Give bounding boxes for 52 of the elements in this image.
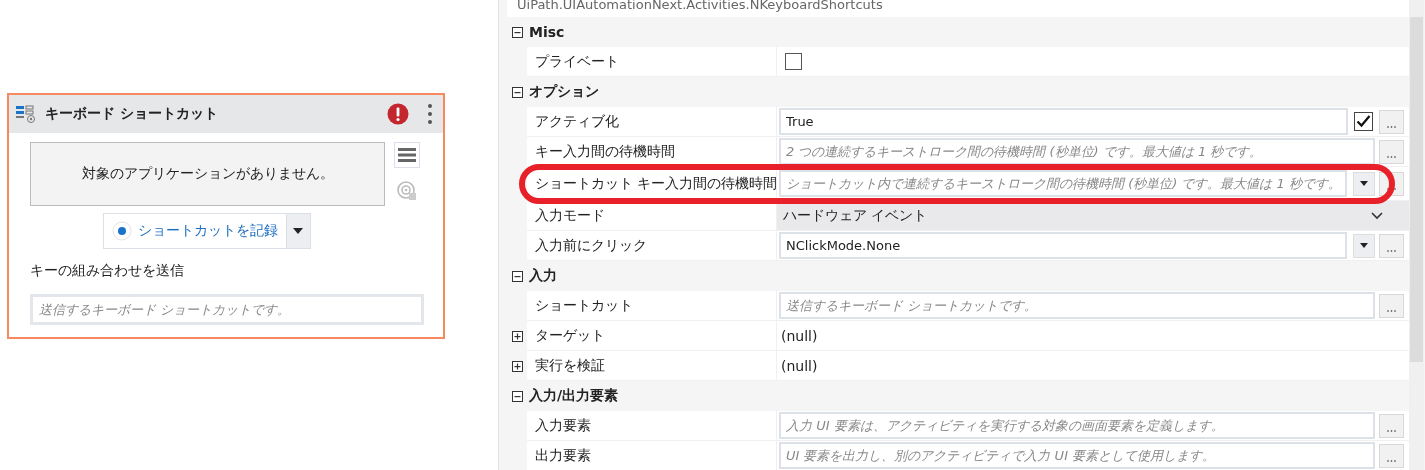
send-keys-label: キーの組み合わせを送信: [30, 262, 185, 280]
chevron-down-icon: [1371, 211, 1383, 220]
activity-icon: [15, 104, 37, 124]
expand-icon[interactable]: [511, 330, 523, 342]
activity-card[interactable]: キーボード ショートカット 対象のアプリケーションがありません。 ショートカットを記録 キーの組み合わせを送信 送信するキーボード ショートカットです。: [7, 93, 445, 339]
property-input-field[interactable]: UI 要素を出力し、別のアクティビティで入力 UI 要素として使用します。: [779, 442, 1375, 469]
record-dot-icon: [111, 221, 132, 241]
ellipsis-icon: [1387, 249, 1396, 252]
property-name: 入力前にクリック: [527, 231, 777, 261]
property-name: キー入力間の待機時間: [527, 137, 777, 167]
collapse-icon[interactable]: [511, 270, 523, 282]
collapse-icon[interactable]: [511, 26, 523, 38]
property-input-field[interactable]: ショートカット内で連続するキーストローク間の待機時間 (秒単位) です。最大値は 1 秒です。: [779, 170, 1347, 197]
collapse-icon[interactable]: [511, 390, 523, 402]
property-name: ショートカット キー入力間の待機時間: [527, 167, 777, 201]
dropdown-button[interactable]: [1353, 171, 1375, 196]
property-input-field[interactable]: 送信するキーボード ショートカットです。: [779, 292, 1375, 319]
category-label: オプション: [528, 82, 600, 101]
property-name: 実行を検証: [527, 351, 777, 381]
dropdown-button[interactable]: [1353, 233, 1375, 258]
ellipsis-icon: [1387, 125, 1396, 128]
checkbox[interactable]: [1354, 112, 1373, 131]
scrollbar[interactable]: [1409, 0, 1424, 470]
record-options-dropdown[interactable]: [285, 214, 310, 248]
menu-icon[interactable]: [394, 142, 420, 168]
property-value: (null): [780, 327, 818, 344]
collapse-icon[interactable]: [511, 86, 523, 98]
ellipsis-icon: [1387, 429, 1396, 432]
caret-icon: [1360, 243, 1368, 248]
property-input-field[interactable]: 2 つの連続するキーストローク間の待機時間 (秒単位) です。最大値は 1 秒です。: [779, 138, 1375, 165]
category-label: 入力: [528, 266, 558, 285]
ellipsis-icon: [1387, 459, 1396, 462]
ellipsis-icon: [1387, 309, 1396, 312]
category-label: 入力/出力要素: [528, 386, 620, 405]
ellipsis-icon: [1387, 155, 1396, 158]
category-label: Misc: [528, 23, 566, 42]
caret-icon: [1360, 181, 1368, 186]
activity-title: キーボード ショートカット: [45, 105, 219, 123]
property-name: プライベート: [527, 47, 777, 77]
ellipsis-icon: [1387, 187, 1396, 190]
caret-icon: [293, 228, 303, 234]
property-name: 出力要素: [527, 441, 777, 470]
more-options-icon[interactable]: [427, 103, 433, 125]
activity-type-name: UiPath.UIAutomationNext.Activities.NKeyboardShortcuts: [507, 0, 1409, 17]
property-input-field[interactable]: 入力 UI 要素は、アクティビティを実行する対象の画面要素を定義します。: [779, 412, 1375, 439]
property-input-field[interactable]: True: [779, 108, 1348, 135]
property-value: (null): [780, 357, 818, 374]
expand-icon[interactable]: [511, 360, 523, 372]
target-application-box[interactable]: 対象のアプリケーションがありません。: [30, 142, 385, 206]
shortcut-input-field[interactable]: 送信するキーボード ショートカットです。: [30, 294, 424, 325]
property-input-field[interactable]: NClickMode.None: [779, 232, 1347, 259]
checkbox[interactable]: [785, 53, 802, 70]
